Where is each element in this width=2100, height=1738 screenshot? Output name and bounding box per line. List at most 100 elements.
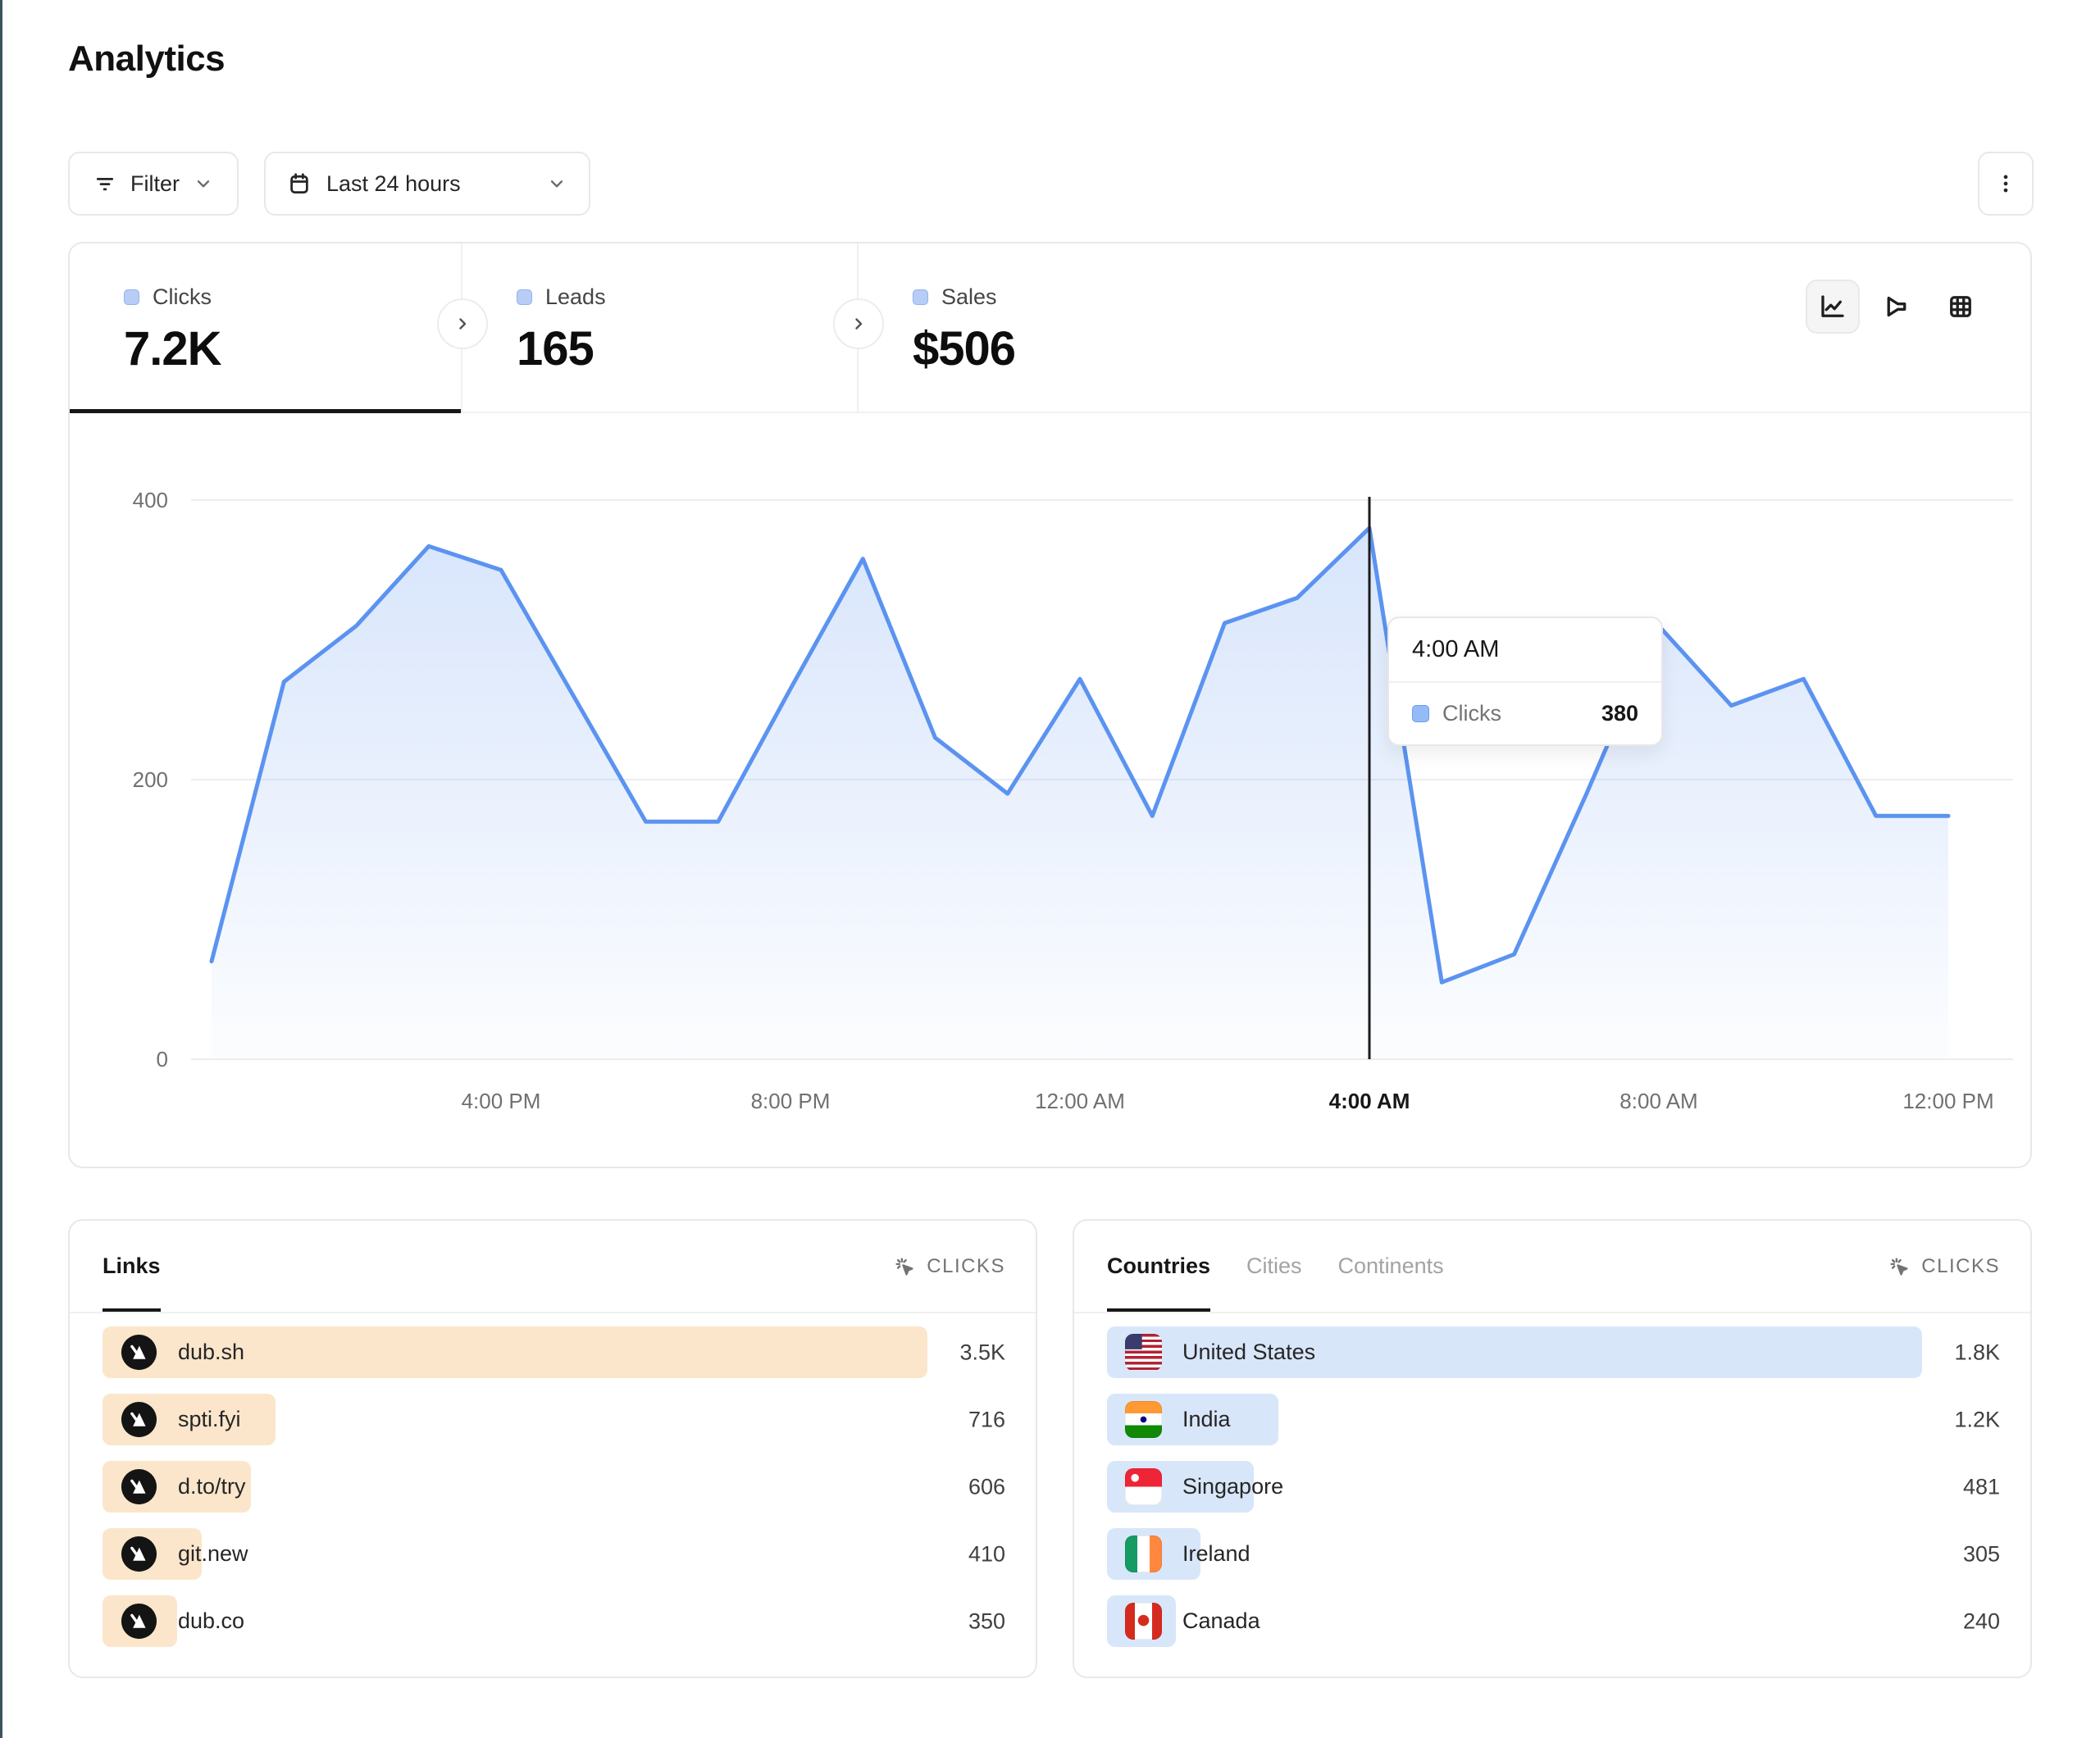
filter-lines-icon bbox=[93, 171, 117, 196]
svg-text:0: 0 bbox=[157, 1047, 168, 1071]
countries-metric[interactable]: CLICKS bbox=[1887, 1254, 2000, 1279]
flag-ca-icon bbox=[1125, 1603, 1162, 1640]
dub-logo-icon bbox=[121, 1603, 157, 1640]
filter-button[interactable]: Filter bbox=[68, 152, 239, 216]
row-meta: Canada bbox=[1107, 1595, 1260, 1647]
svg-text:200: 200 bbox=[133, 767, 168, 792]
dub-logo-icon bbox=[121, 1401, 157, 1438]
row-meta: spti.fyi bbox=[102, 1394, 241, 1445]
page-title: Analytics bbox=[68, 39, 225, 80]
flag-sg-icon bbox=[1125, 1468, 1162, 1505]
row-meta: d.to/try bbox=[102, 1461, 246, 1513]
chevron-down-icon bbox=[193, 173, 214, 194]
window-edge-strip bbox=[0, 0, 2, 1738]
tab-countries[interactable]: Countries bbox=[1107, 1221, 1210, 1312]
countries-metric-label: CLICKS bbox=[1921, 1255, 2000, 1278]
flag-ie-icon bbox=[1125, 1536, 1162, 1572]
link-row[interactable]: dub.co 350 bbox=[102, 1595, 1005, 1647]
row-meta: Singapore bbox=[1107, 1461, 1283, 1513]
tab-links[interactable]: Links bbox=[102, 1221, 161, 1312]
link-row[interactable]: spti.fyi716 bbox=[102, 1394, 1005, 1445]
link-row[interactable]: git.new 410 bbox=[102, 1528, 1005, 1580]
dub-logo-icon bbox=[121, 1334, 157, 1371]
row-value: 1.2K bbox=[1954, 1407, 2000, 1432]
chevron-right-icon bbox=[849, 314, 868, 334]
country-row[interactable]: United States 1.8K bbox=[1107, 1326, 2000, 1378]
filter-button-label: Filter bbox=[130, 171, 180, 197]
analytics-card: Clicks 7.2K Leads 165 Sales $506 bbox=[68, 242, 2032, 1168]
row-value: 350 bbox=[968, 1608, 1005, 1634]
country-row[interactable]: Ireland305 bbox=[1107, 1528, 2000, 1580]
stats-scroll-button[interactable] bbox=[437, 298, 488, 349]
clicks-area-chart[interactable]: 02004004:00 PM8:00 PM12:00 AM4:00 AM8:00… bbox=[70, 459, 2030, 1167]
links-metric[interactable]: CLICKS bbox=[892, 1254, 1005, 1279]
row-value: 481 bbox=[1963, 1474, 2000, 1499]
cursor-click-icon bbox=[892, 1254, 917, 1279]
date-range-label: Last 24 hours bbox=[326, 171, 461, 197]
row-meta: dub.co bbox=[102, 1595, 244, 1647]
tooltip-value: 380 bbox=[1601, 701, 1638, 726]
line-chart-view-button[interactable] bbox=[1806, 280, 1860, 334]
stat-tab-clicks[interactable]: Clicks 7.2K bbox=[70, 243, 462, 412]
more-options-button[interactable] bbox=[1978, 152, 2034, 216]
cursor-click-icon bbox=[1887, 1254, 1911, 1279]
row-value: 3.5K bbox=[959, 1340, 1005, 1365]
flag-us-icon bbox=[1125, 1334, 1162, 1371]
tab-continents[interactable]: Continents bbox=[1338, 1221, 1444, 1312]
svg-text:4:00 AM: 4:00 AM bbox=[1329, 1089, 1410, 1113]
stat-label: Clicks bbox=[153, 284, 212, 310]
tooltip-time: 4:00 AM bbox=[1389, 618, 1661, 683]
funnel-chart-view-button[interactable] bbox=[1870, 280, 1924, 334]
flag-in-icon bbox=[1125, 1401, 1162, 1438]
table-icon bbox=[1946, 292, 1975, 321]
chevron-down-icon bbox=[546, 173, 567, 194]
chart-view-switcher bbox=[1806, 280, 1988, 334]
svg-text:8:00 PM: 8:00 PM bbox=[751, 1089, 831, 1113]
row-meta: dub.sh bbox=[102, 1326, 244, 1378]
svg-text:400: 400 bbox=[133, 488, 168, 512]
links-list: dub.sh 3.5K spti.fyi716 d.to/try 606 git.new 4… bbox=[70, 1313, 1036, 1647]
stat-label: Sales bbox=[941, 284, 997, 310]
date-range-button[interactable]: Last 24 hours bbox=[264, 152, 590, 216]
row-label: United States bbox=[1182, 1340, 1315, 1365]
row-label: dub.sh bbox=[178, 1340, 244, 1365]
line-chart-icon bbox=[1818, 292, 1847, 321]
dub-logo-icon bbox=[121, 1468, 157, 1505]
clicks-legend-chip bbox=[1412, 705, 1429, 722]
country-row[interactable]: India 1.2K bbox=[1107, 1394, 2000, 1445]
row-value: 1.8K bbox=[1954, 1340, 2000, 1365]
tooltip-series-label: Clicks bbox=[1442, 701, 1501, 726]
row-label: India bbox=[1182, 1407, 1231, 1432]
row-label: Ireland bbox=[1182, 1541, 1250, 1567]
country-row[interactable]: Singapore 481 bbox=[1107, 1461, 2000, 1513]
stat-label: Leads bbox=[545, 284, 606, 310]
sales-legend-chip bbox=[913, 289, 928, 305]
countries-list: United States 1.8K India 1.2K Singapore 481 Ir… bbox=[1074, 1313, 2030, 1647]
stats-scroll-button[interactable] bbox=[833, 298, 884, 349]
row-value: 410 bbox=[968, 1541, 1005, 1567]
links-metric-label: CLICKS bbox=[927, 1255, 1005, 1278]
chart-tooltip: 4:00 AM Clicks 380 bbox=[1387, 616, 1663, 746]
row-label: Singapore bbox=[1182, 1474, 1283, 1499]
row-meta: git.new bbox=[102, 1528, 248, 1580]
row-meta: United States bbox=[1107, 1326, 1315, 1378]
svg-text:12:00 AM: 12:00 AM bbox=[1035, 1089, 1125, 1113]
stat-value: 165 bbox=[517, 321, 857, 376]
link-row[interactable]: dub.sh 3.5K bbox=[102, 1326, 1005, 1378]
row-label: git.new bbox=[178, 1541, 248, 1567]
links-panel: Links CLICKS dub.sh 3.5K spti.fyi716 d.to/t… bbox=[68, 1219, 1037, 1678]
funnel-chart-icon bbox=[1882, 292, 1911, 321]
row-label: Canada bbox=[1182, 1608, 1260, 1634]
svg-text:4:00 PM: 4:00 PM bbox=[462, 1089, 541, 1113]
stat-value: 7.2K bbox=[124, 321, 461, 376]
chevron-right-icon bbox=[453, 314, 472, 334]
countries-panel-header: Countries Cities Continents CLICKS bbox=[1074, 1221, 2030, 1313]
row-value: 606 bbox=[968, 1474, 1005, 1499]
tab-cities[interactable]: Cities bbox=[1246, 1221, 1302, 1312]
row-label: d.to/try bbox=[178, 1474, 246, 1499]
country-row[interactable]: Canada240 bbox=[1107, 1595, 2000, 1647]
link-row[interactable]: d.to/try 606 bbox=[102, 1461, 1005, 1513]
clicks-legend-chip bbox=[124, 289, 139, 305]
stat-tab-leads[interactable]: Leads 165 bbox=[462, 243, 859, 412]
table-view-button[interactable] bbox=[1934, 280, 1988, 334]
